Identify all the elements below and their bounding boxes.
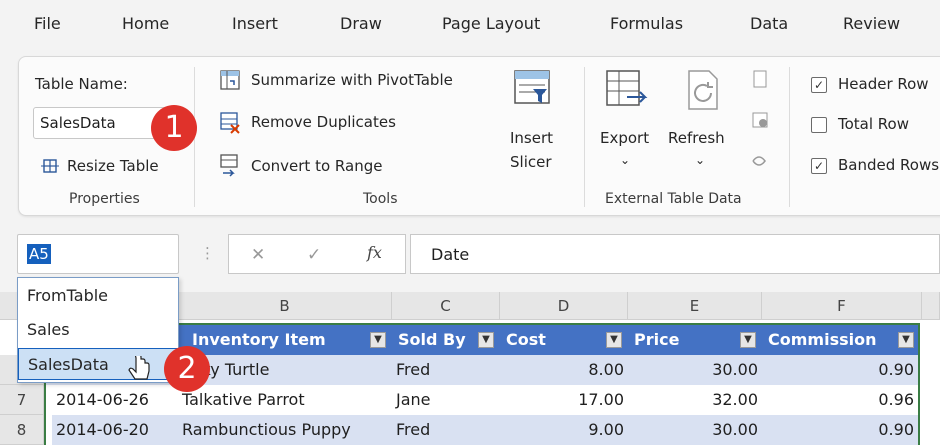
external-small-icons [752,70,768,166]
cell-date[interactable]: 2014-06-20 [52,415,178,445]
total-row-checkbox[interactable] [811,117,827,133]
row-header[interactable]: 7 [0,385,44,415]
cell-sold-by[interactable]: Fred [392,415,500,445]
cell-sold-by[interactable]: Jane [392,385,500,415]
dropdown-item-salesdata[interactable]: SalesData [18,348,178,380]
column-header-g[interactable] [922,292,940,320]
export-icon [606,70,648,106]
convert-to-range-icon [220,154,238,177]
group-divider [584,67,585,207]
banded-rows-label: Banded Rows [838,156,940,174]
formula-buttons: ✕ ✓ fx [228,234,406,274]
filter-dropdown-icon[interactable]: ▼ [370,332,386,348]
tab-draw[interactable]: Draw [340,14,382,33]
dropdown-item-fromtable[interactable]: FromTable [18,280,178,312]
excel-window: File Home Insert Draw Page Layout Formul… [0,0,940,445]
cell-commission[interactable]: 0.90 [762,355,918,385]
tab-home[interactable]: Home [122,14,169,33]
cell-inventory-item[interactable]: Talkative Parrot [178,385,392,415]
step-1-badge: 1 [151,105,197,151]
insert-function-icon[interactable]: fx [367,243,382,262]
cell-price[interactable]: 30.00 [628,355,762,385]
tab-insert[interactable]: Insert [232,14,278,33]
export-button[interactable]: Export [600,129,649,147]
remove-duplicates-button[interactable]: Remove Duplicates [251,113,396,131]
banded-rows-checkbox[interactable]: ✓ [811,158,827,174]
filter-dropdown-icon[interactable]: ▼ [478,332,494,348]
table-name-label: Table Name: [35,75,128,93]
header-commission[interactable]: Commission [762,325,918,355]
external-group-label: External Table Data [605,191,742,207]
cell-commission[interactable]: 0.90 [762,415,918,445]
properties-group-label: Properties [69,191,140,207]
dropdown-item-sales[interactable]: Sales [18,314,178,346]
cell-sold-by[interactable]: Fred [392,355,500,385]
resize-table-button[interactable]: Resize Table [67,157,159,175]
convert-to-range-button[interactable]: Convert to Range [251,157,382,175]
tab-data[interactable]: Data [750,14,788,33]
cell-price[interactable]: 32.00 [628,385,762,415]
ribbon-tabs: File Home Insert Draw Page Layout Formul… [0,0,940,52]
tab-file[interactable]: File [34,14,61,33]
enter-icon[interactable]: ✓ [307,245,321,265]
cell-commission[interactable]: 0.96 [762,385,918,415]
defined-names-dropdown: FromTable Sales SalesData [17,277,179,383]
filter-dropdown-icon[interactable]: ▼ [606,332,622,348]
summarize-pivottable-button[interactable]: Summarize with PivotTable [251,71,453,89]
step-2-badge: 2 [164,346,210,392]
header-row-label: Header Row [838,75,929,93]
filter-dropdown-icon[interactable]: ▼ [898,332,914,348]
column-header-d[interactable]: D [500,292,628,320]
resize-table-icon [41,159,59,173]
formula-bar-grip-icon: ⋮ [200,244,215,262]
cancel-icon[interactable]: ✕ [251,245,265,265]
column-header-b[interactable]: B [178,292,392,320]
cell-cost[interactable]: 17.00 [500,385,628,415]
column-header-e[interactable]: E [628,292,762,320]
export-chevron-icon[interactable]: ⌄ [620,153,630,167]
tab-page-layout[interactable]: Page Layout [442,14,540,33]
row-header[interactable]: 8 [0,415,44,445]
cell-date[interactable]: 2014-06-26 [52,385,178,415]
insert-slicer-icon [514,70,550,104]
formula-bar: A5 ⋮ ✕ ✓ fx Date [0,232,940,278]
refresh-button[interactable]: Refresh [668,129,725,147]
name-box-value: A5 [27,244,51,264]
column-header-f[interactable]: F [762,292,922,320]
filter-dropdown-icon[interactable]: ▼ [740,332,756,348]
insert-slicer-line2[interactable]: Slicer [510,153,552,171]
pivottable-icon [220,70,240,90]
insert-slicer-line1[interactable]: Insert [510,129,553,147]
formula-input[interactable]: Date [410,234,940,274]
column-header-c[interactable]: C [392,292,500,320]
hand-cursor-icon [128,356,150,380]
tab-review[interactable]: Review [843,14,900,33]
refresh-chevron-icon[interactable]: ⌄ [695,153,705,167]
name-box[interactable]: A5 [17,234,179,274]
tab-formulas[interactable]: Formulas [610,14,683,33]
remove-duplicates-icon [220,112,240,134]
tools-group-label: Tools [363,191,398,207]
cell-price[interactable]: 30.00 [628,415,762,445]
total-row-label: Total Row [838,115,909,133]
refresh-icon [688,70,718,110]
header-row-checkbox[interactable]: ✓ [811,77,827,93]
cell-cost[interactable]: 9.00 [500,415,628,445]
cell-inventory-item[interactable]: Rambunctious Puppy [178,415,392,445]
group-divider [789,67,790,207]
cell-cost[interactable]: 8.00 [500,355,628,385]
